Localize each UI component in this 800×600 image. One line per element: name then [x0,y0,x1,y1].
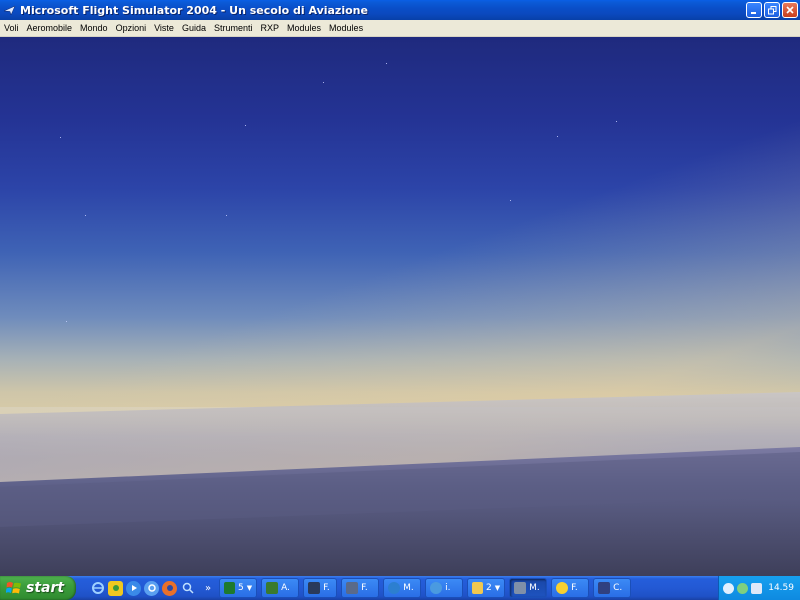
user-icon[interactable] [737,582,749,594]
start-button[interactable]: start [0,576,76,600]
menu-voli[interactable]: Voli [0,23,23,33]
task-label: 2 [486,583,492,593]
dropdown-arrow-icon: ▼ [246,584,253,592]
close-icon [786,6,794,14]
messenger-icon[interactable] [108,580,123,596]
ground-terrain [0,392,800,576]
ie-icon[interactable] [90,581,105,596]
minimize-button[interactable] [746,2,762,18]
task-label: 5 [238,583,244,593]
task-button-f1[interactable]: F. [303,578,338,598]
menu-guida[interactable]: Guida [178,23,210,33]
menu-viste[interactable]: Viste [150,23,178,33]
taskbar: start » 5 ▼ A. F. F. M. i. 2 ▼ M. F. C. [0,576,800,600]
sun-icon [556,582,569,594]
window-icon [308,582,321,594]
task-button-c[interactable]: C. [593,578,632,598]
task-button-flightsim[interactable]: M. [509,578,548,598]
task-button-excel[interactable]: 5 ▼ [219,578,258,598]
task-label: C. [613,583,623,593]
flight-view[interactable] [0,37,800,576]
window-title: Microsoft Flight Simulator 2004 - Un sec… [20,3,368,17]
task-button-f3[interactable]: F. [551,578,590,598]
task-label: M. [529,583,540,593]
speaker-icon[interactable] [751,582,763,594]
chevron-right-icon[interactable]: » [205,583,211,594]
media-player-icon[interactable] [126,580,141,596]
firefox-icon[interactable] [162,580,177,596]
menu-rxp[interactable]: RXP [257,23,284,33]
minimize-icon [751,12,756,14]
restore-icon [767,5,776,14]
airplane-icon [514,582,527,594]
menu-aeromobile[interactable]: Aeromobile [23,23,77,33]
title-bar[interactable]: Microsoft Flight Simulator 2004 - Un sec… [0,0,800,20]
app-icon [266,582,279,594]
ie-icon [430,582,443,594]
menu-mondo[interactable]: Mondo [76,23,112,33]
task-label: M. [403,583,414,593]
search-icon[interactable] [180,581,195,596]
windows-logo-icon [6,582,21,594]
app-icon [598,582,611,594]
task-button-i[interactable]: i. [425,578,464,598]
notification-area: 14.59 [718,576,800,600]
task-button-m1[interactable]: M. [383,578,422,598]
task-button-folder[interactable]: 2 ▼ [467,578,506,598]
folder-icon [472,582,483,594]
airplane-icon [346,582,359,594]
media-icon[interactable] [144,580,159,596]
menu-modules-1[interactable]: Modules [283,23,325,33]
window-controls [746,2,798,18]
task-button-a[interactable]: A. [261,578,300,598]
task-buttons: 5 ▼ A. F. F. M. i. 2 ▼ M. F. C. [219,578,632,598]
quick-launch [90,580,195,596]
dropdown-arrow-icon: ▼ [494,584,501,592]
task-label: i. [445,583,451,593]
task-label: F. [323,583,330,593]
app-window: Microsoft Flight Simulator 2004 - Un sec… [0,0,800,576]
start-label: start [26,580,65,596]
menu-strumenti[interactable]: Strumenti [210,23,257,33]
ie-icon [388,582,401,594]
excel-icon [224,582,235,594]
task-label: F. [361,583,368,593]
airplane-icon[interactable] [2,3,16,17]
close-button[interactable] [782,2,798,18]
clock[interactable]: 14.59 [768,583,794,593]
menu-bar: Voli Aeromobile Mondo Opzioni Viste Guid… [0,20,800,37]
restore-button[interactable] [764,2,780,18]
task-button-f2[interactable]: F. [341,578,380,598]
menu-modules-2[interactable]: Modules [325,23,367,33]
shield-icon[interactable] [723,582,735,594]
task-label: F. [571,583,578,593]
menu-opzioni[interactable]: Opzioni [112,23,151,33]
task-label: A. [281,583,290,593]
